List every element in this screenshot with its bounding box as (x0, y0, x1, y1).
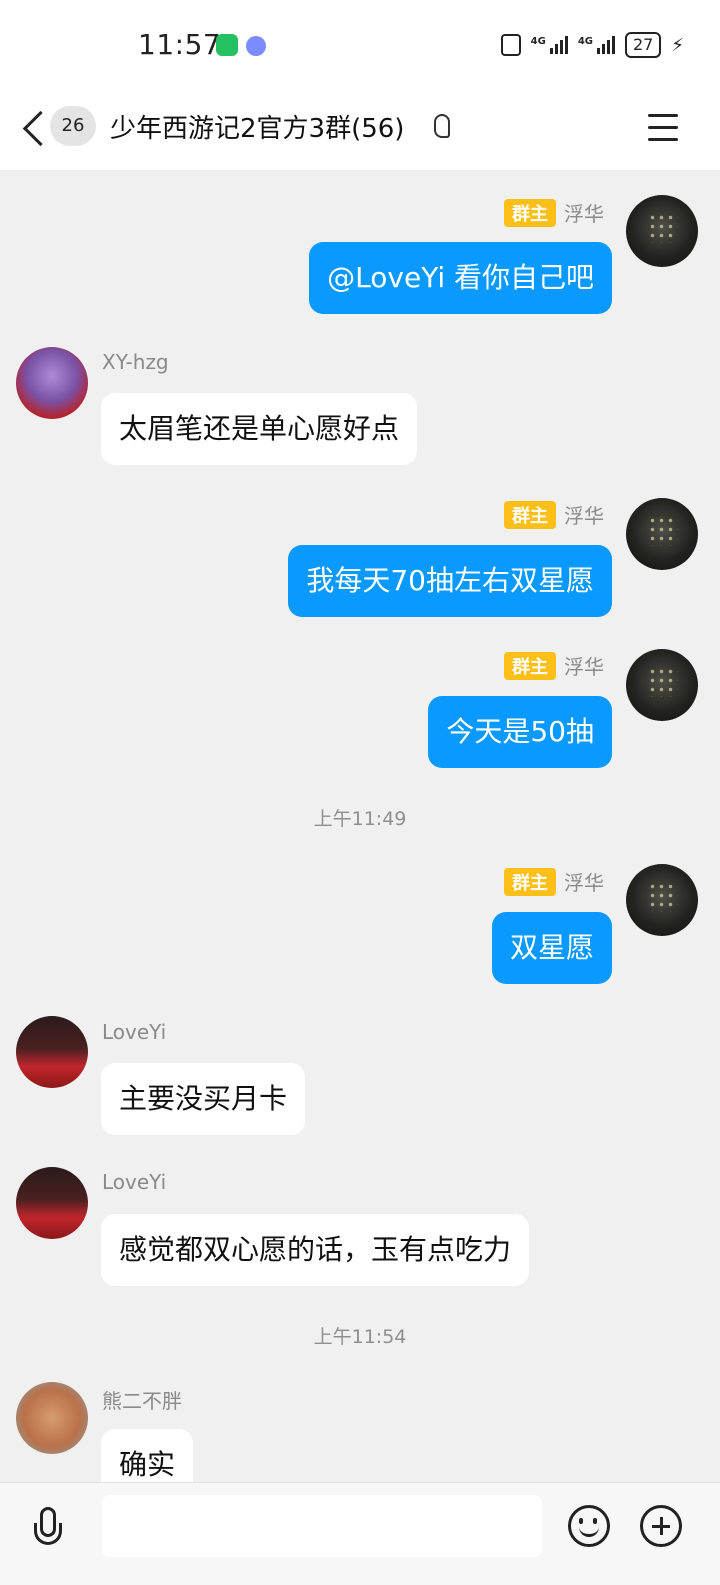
sender-name[interactable]: 浮华 (564, 651, 604, 680)
sender-line: 群主 浮华 (504, 867, 604, 896)
avatar[interactable] (16, 1016, 88, 1088)
signal-icon: 4G (531, 36, 568, 54)
status-indicators: 4G 4G 27 ⚡ (500, 32, 684, 58)
message-bubble[interactable]: 确实 (101, 1429, 194, 1482)
wechat-notification-icon (216, 34, 238, 56)
unread-count-badge[interactable]: 26 (50, 106, 96, 146)
timestamp: 上午11:49 (313, 808, 407, 830)
sender-line: 群主 浮华 (504, 651, 604, 680)
chat-header: 26 少年西游记2官方3群(56) (0, 90, 720, 170)
status-time: 11:57 (138, 28, 222, 61)
sender-name[interactable]: 浮华 (564, 198, 604, 227)
message-bubble[interactable]: 我每天70抽左右双星愿 (288, 545, 612, 617)
timestamp: 上午11:54 (313, 1326, 407, 1348)
message-bubble[interactable]: 太眉笔还是单心愿好点 (101, 393, 418, 465)
sender-name[interactable]: LoveYi (102, 1170, 166, 1194)
sender-name[interactable]: 熊二不胖 (102, 1385, 182, 1414)
smiley-icon[interactable] (568, 1505, 610, 1547)
network-type-1: 4G (530, 36, 546, 47)
group-title[interactable]: 少年西游记2官方3群(56) (110, 108, 404, 145)
signal-icon-2: 4G (578, 36, 615, 54)
sender-line: 群主 浮华 (504, 500, 604, 529)
message-bubble[interactable]: 主要没买月卡 (101, 1063, 306, 1135)
music-notification-icon (246, 36, 266, 56)
message-bubble[interactable]: @LoveYi 看你自己吧 (309, 242, 612, 314)
battery-level: 27 (625, 32, 662, 58)
message-list[interactable]: 群主 浮华 @LoveYi 看你自己吧 XY-hzg 太眉笔还是单心愿好点 群主… (0, 170, 720, 1482)
sender-name[interactable]: 浮华 (564, 500, 604, 529)
message-bubble[interactable]: 感觉都双心愿的话，玉有点吃力 (101, 1214, 530, 1286)
owner-badge: 群主 (504, 500, 556, 529)
owner-badge: 群主 (504, 198, 556, 227)
avatar[interactable] (626, 498, 698, 570)
back-icon[interactable] (20, 108, 50, 148)
owner-badge: 群主 (504, 867, 556, 896)
avatar[interactable] (16, 1167, 88, 1239)
sender-name[interactable]: LoveYi (102, 1020, 166, 1044)
sender-line: 群主 浮华 (504, 198, 604, 227)
ear-icon[interactable] (434, 114, 450, 138)
message-input[interactable] (102, 1495, 542, 1557)
owner-badge: 群主 (504, 651, 556, 680)
input-bar (0, 1482, 720, 1585)
message-bubble[interactable]: 今天是50抽 (428, 696, 612, 768)
avatar[interactable] (16, 1382, 88, 1454)
status-bar: 11:57 4G 4G 27 ⚡ (0, 0, 720, 90)
avatar[interactable] (626, 649, 698, 721)
microphone-icon[interactable] (34, 1507, 64, 1559)
sender-name[interactable]: XY-hzg (102, 350, 169, 374)
message-bubble[interactable]: 双星愿 (491, 912, 612, 984)
charging-icon: ⚡ (671, 34, 684, 56)
nfc-icon (500, 34, 521, 56)
plus-circle-icon[interactable] (640, 1505, 682, 1547)
avatar[interactable] (626, 864, 698, 936)
avatar[interactable] (626, 195, 698, 267)
avatar[interactable] (16, 347, 88, 419)
sender-name[interactable]: 浮华 (564, 867, 604, 896)
network-type-2: 4G (577, 36, 593, 47)
hamburger-icon[interactable] (648, 114, 678, 142)
